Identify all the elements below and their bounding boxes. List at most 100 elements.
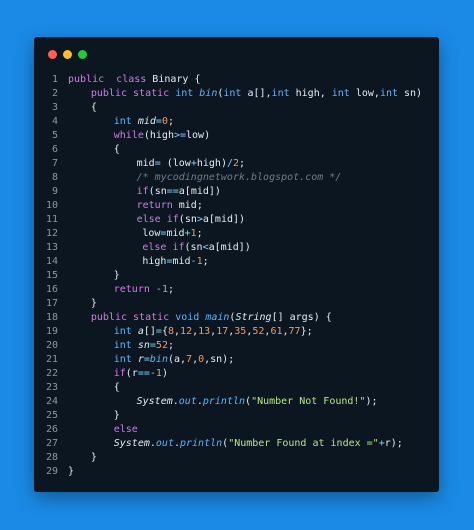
code-line: 22 if(r==-1) xyxy=(34,367,439,381)
code-text: if(r==-1) xyxy=(114,367,168,381)
close-window-dot[interactable] xyxy=(48,50,57,59)
code-token: ; xyxy=(167,284,174,295)
code-line: 27 System.out.println("Number Found at in… xyxy=(34,437,439,451)
code-text: mid= (low+high)/2; xyxy=(137,157,245,171)
code-token: Binary { xyxy=(146,74,201,85)
code-block: 1 public class Binary {2 public static int… xyxy=(34,73,439,479)
code-line: 23 { xyxy=(34,381,439,395)
code-token: 52 xyxy=(155,340,168,351)
code-token: ; xyxy=(239,158,246,169)
code-token: public xyxy=(68,74,105,85)
code-token: a[mid]) xyxy=(208,242,251,253)
code-token: { xyxy=(90,102,97,113)
code-line: 10 return mid; xyxy=(34,199,439,213)
code-text: return mid; xyxy=(137,199,203,213)
code-token: out xyxy=(155,438,174,449)
code-token: 17 xyxy=(216,326,229,337)
code-line: 6{ xyxy=(34,143,439,157)
code-token: int xyxy=(113,340,132,351)
code-text: } xyxy=(91,451,97,465)
maximize-window-dot[interactable] xyxy=(78,50,87,59)
code-token: int xyxy=(331,88,350,99)
code-line: 24 System.out.println("Number Not Found!"… xyxy=(34,395,439,409)
code-line: 15} xyxy=(34,269,439,283)
code-token: (sn xyxy=(148,186,167,197)
code-token: ,sn); xyxy=(204,354,235,365)
minimize-window-dot[interactable] xyxy=(63,50,72,59)
code-line: 17} xyxy=(34,297,439,311)
code-token: mid xyxy=(137,116,156,127)
code-token: int xyxy=(113,354,132,365)
line-number: 9 xyxy=(51,186,58,197)
code-token: == xyxy=(137,368,150,379)
code-line: 28} xyxy=(34,451,439,465)
code-line: 8 /* mycodingnetwork.blogspot.com */ xyxy=(34,171,439,185)
line-number: 3 xyxy=(51,102,58,113)
code-token: mid xyxy=(136,158,155,169)
code-token: int xyxy=(113,326,132,337)
line-number: 8 xyxy=(51,172,58,183)
code-token: mid xyxy=(166,228,185,239)
line-number: 2 xyxy=(51,88,58,99)
code-token: high xyxy=(142,256,167,267)
code-text: int mid=0; xyxy=(114,115,174,129)
code-token: int xyxy=(113,116,132,127)
code-token: /* mycodingnetwork.blogspot.com */ xyxy=(136,172,342,183)
code-window: 1 public class Binary {2 public static int… xyxy=(34,37,439,492)
code-text: { xyxy=(91,101,97,115)
line-number: 19 xyxy=(45,326,58,337)
line-number: 1 xyxy=(51,74,58,85)
code-token: } xyxy=(90,452,97,463)
code-token: static xyxy=(133,312,170,323)
line-number: 13 xyxy=(45,242,58,253)
code-token: String xyxy=(235,312,272,323)
code-line: 18 public static void main(String[] args)… xyxy=(34,311,439,325)
code-token: high) xyxy=(196,158,227,169)
code-line: 13 else if(sn<a[mid]) xyxy=(34,241,439,255)
code-text: else xyxy=(114,423,138,437)
code-token: bin xyxy=(199,88,218,99)
code-token: 12 xyxy=(180,326,193,337)
code-token: return xyxy=(136,200,173,211)
code-token: a[mid]) xyxy=(202,214,246,225)
line-number: 5 xyxy=(51,130,58,141)
code-token: ; xyxy=(202,256,209,267)
line-number: 20 xyxy=(45,340,58,351)
code-token: "Number Not Found!" xyxy=(251,396,366,407)
line-number: 6 xyxy=(51,144,58,155)
code-token: 13 xyxy=(198,326,211,337)
code-line: 5 while(high>=low) xyxy=(34,129,439,143)
code-text: int sn=52; xyxy=(114,339,174,353)
line-number: 28 xyxy=(45,452,58,463)
code-text: } xyxy=(114,409,120,423)
code-token: else xyxy=(142,242,167,253)
code-token: else xyxy=(136,214,161,225)
code-text: { xyxy=(114,143,120,157)
code-token: return xyxy=(113,284,150,295)
code-token: int xyxy=(271,88,290,99)
code-text: int r=bin(a,7,0,sn); xyxy=(114,353,234,367)
code-text: { xyxy=(114,381,120,395)
code-token: int xyxy=(175,88,194,99)
code-token: 35 xyxy=(234,326,247,337)
code-token: >= xyxy=(173,130,187,141)
code-token: (sn xyxy=(184,242,203,253)
code-token: (sn xyxy=(178,214,197,225)
code-line: 16 return -1; xyxy=(34,283,439,297)
code-line: 1 public class Binary { xyxy=(34,73,439,87)
code-text: else if(sn<a[mid]) xyxy=(142,241,250,255)
code-token: ; xyxy=(167,116,174,127)
code-line: 11 else if(sn>a[mid]) xyxy=(34,213,439,227)
line-number: 12 xyxy=(45,228,58,239)
code-line: 12 low=mid+1; xyxy=(34,227,439,241)
code-token: void xyxy=(175,312,200,323)
line-number: 24 xyxy=(45,396,58,407)
code-token: (low xyxy=(160,158,191,169)
code-token: if xyxy=(166,214,179,225)
code-token: ); xyxy=(365,396,378,407)
line-number: 27 xyxy=(45,438,58,449)
line-number: 10 xyxy=(45,200,58,211)
code-line: 4 int mid=0; xyxy=(34,115,439,129)
code-token: [] args) { xyxy=(271,312,332,323)
